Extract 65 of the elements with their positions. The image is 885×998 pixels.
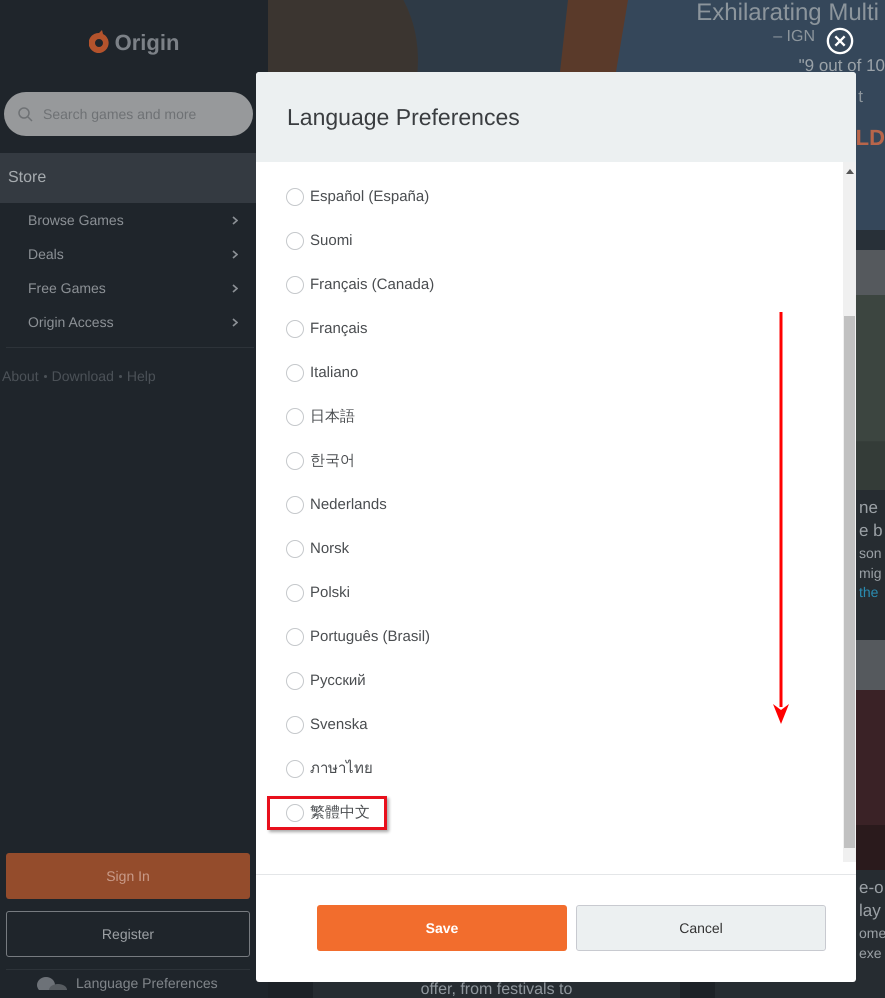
- radio-button[interactable]: [286, 760, 304, 778]
- language-option[interactable]: Français: [310, 320, 368, 338]
- language-option[interactable]: 繁體中文: [310, 804, 370, 822]
- chevron-icon: [232, 318, 238, 326]
- close-button[interactable]: [826, 27, 854, 55]
- radio-button[interactable]: [286, 716, 304, 734]
- chevron-icon: [232, 250, 238, 258]
- separator-icon: [118, 374, 122, 378]
- dialog-title: Language Preferences: [287, 104, 520, 130]
- language-option[interactable]: Polski: [310, 584, 350, 602]
- card-text: exe: [859, 944, 882, 962]
- hero-text: – IGN: [773, 28, 815, 46]
- chevron-icon: [232, 216, 238, 224]
- language-option[interactable]: Русский: [310, 672, 366, 690]
- scrollbar[interactable]: [843, 162, 856, 862]
- chevron-icon: [232, 284, 238, 292]
- logo-icon: [88, 30, 109, 56]
- hero-text: "9 out of 10: [798, 56, 885, 76]
- search-icon: [18, 106, 33, 122]
- language-option[interactable]: Français (Canada): [310, 276, 434, 294]
- nav-item[interactable]: Deals: [0, 237, 268, 271]
- hero-text: Exhilarating Multi: [696, 0, 879, 26]
- language-option[interactable]: Português (Brasil): [310, 628, 430, 646]
- language-option[interactable]: Svenska: [310, 716, 368, 734]
- radio-button[interactable]: [286, 408, 304, 426]
- card-text: e-o: [859, 878, 884, 898]
- cancel-button[interactable]: Cancel: [576, 905, 826, 951]
- radio-button[interactable]: [286, 496, 304, 514]
- card-text: offer, from festivals to: [420, 981, 572, 998]
- radio-button[interactable]: [286, 364, 304, 382]
- radio-button[interactable]: [286, 232, 304, 250]
- radio-button[interactable]: [286, 188, 304, 206]
- hero-text: LD: [856, 126, 885, 151]
- radio-button[interactable]: [286, 628, 304, 646]
- separator-icon: [44, 374, 47, 378]
- card-text: lay: [859, 901, 881, 922]
- radio-button[interactable]: [286, 276, 304, 294]
- logo-text: Origin: [114, 30, 180, 56]
- language-option[interactable]: Español (España): [310, 188, 430, 206]
- card-text: son: [859, 544, 882, 562]
- language-option[interactable]: ภาษาไทย: [310, 760, 373, 778]
- language-option[interactable]: Norsk: [310, 540, 350, 558]
- radio-button[interactable]: [286, 804, 304, 822]
- nav-item[interactable]: Free Games: [0, 271, 268, 305]
- radio-button[interactable]: [286, 540, 304, 558]
- language-option[interactable]: 日本語: [310, 408, 355, 426]
- radio-button[interactable]: [286, 320, 304, 338]
- language-preferences-link[interactable]: Language Preferences: [76, 976, 218, 990]
- language-option[interactable]: 한국어: [310, 452, 355, 470]
- nav-item[interactable]: Browse Games: [0, 203, 268, 237]
- language-option[interactable]: Suomi: [310, 232, 353, 250]
- radio-button[interactable]: [286, 672, 304, 690]
- hero-text: t: [858, 88, 863, 106]
- language-icon: [36, 976, 68, 990]
- card-link[interactable]: the: [859, 584, 878, 602]
- card-text: ne: [859, 498, 878, 518]
- register-button[interactable]: Register: [6, 911, 250, 957]
- radio-button[interactable]: [286, 584, 304, 602]
- radio-button[interactable]: [286, 452, 304, 470]
- language-option[interactable]: Nederlands: [310, 496, 387, 514]
- scroll-up-icon: [846, 169, 854, 174]
- language-option[interactable]: Italiano: [310, 364, 358, 382]
- card-text: e b: [859, 521, 883, 542]
- nav-item[interactable]: Origin Access: [0, 305, 268, 339]
- card-text: mig: [859, 564, 882, 582]
